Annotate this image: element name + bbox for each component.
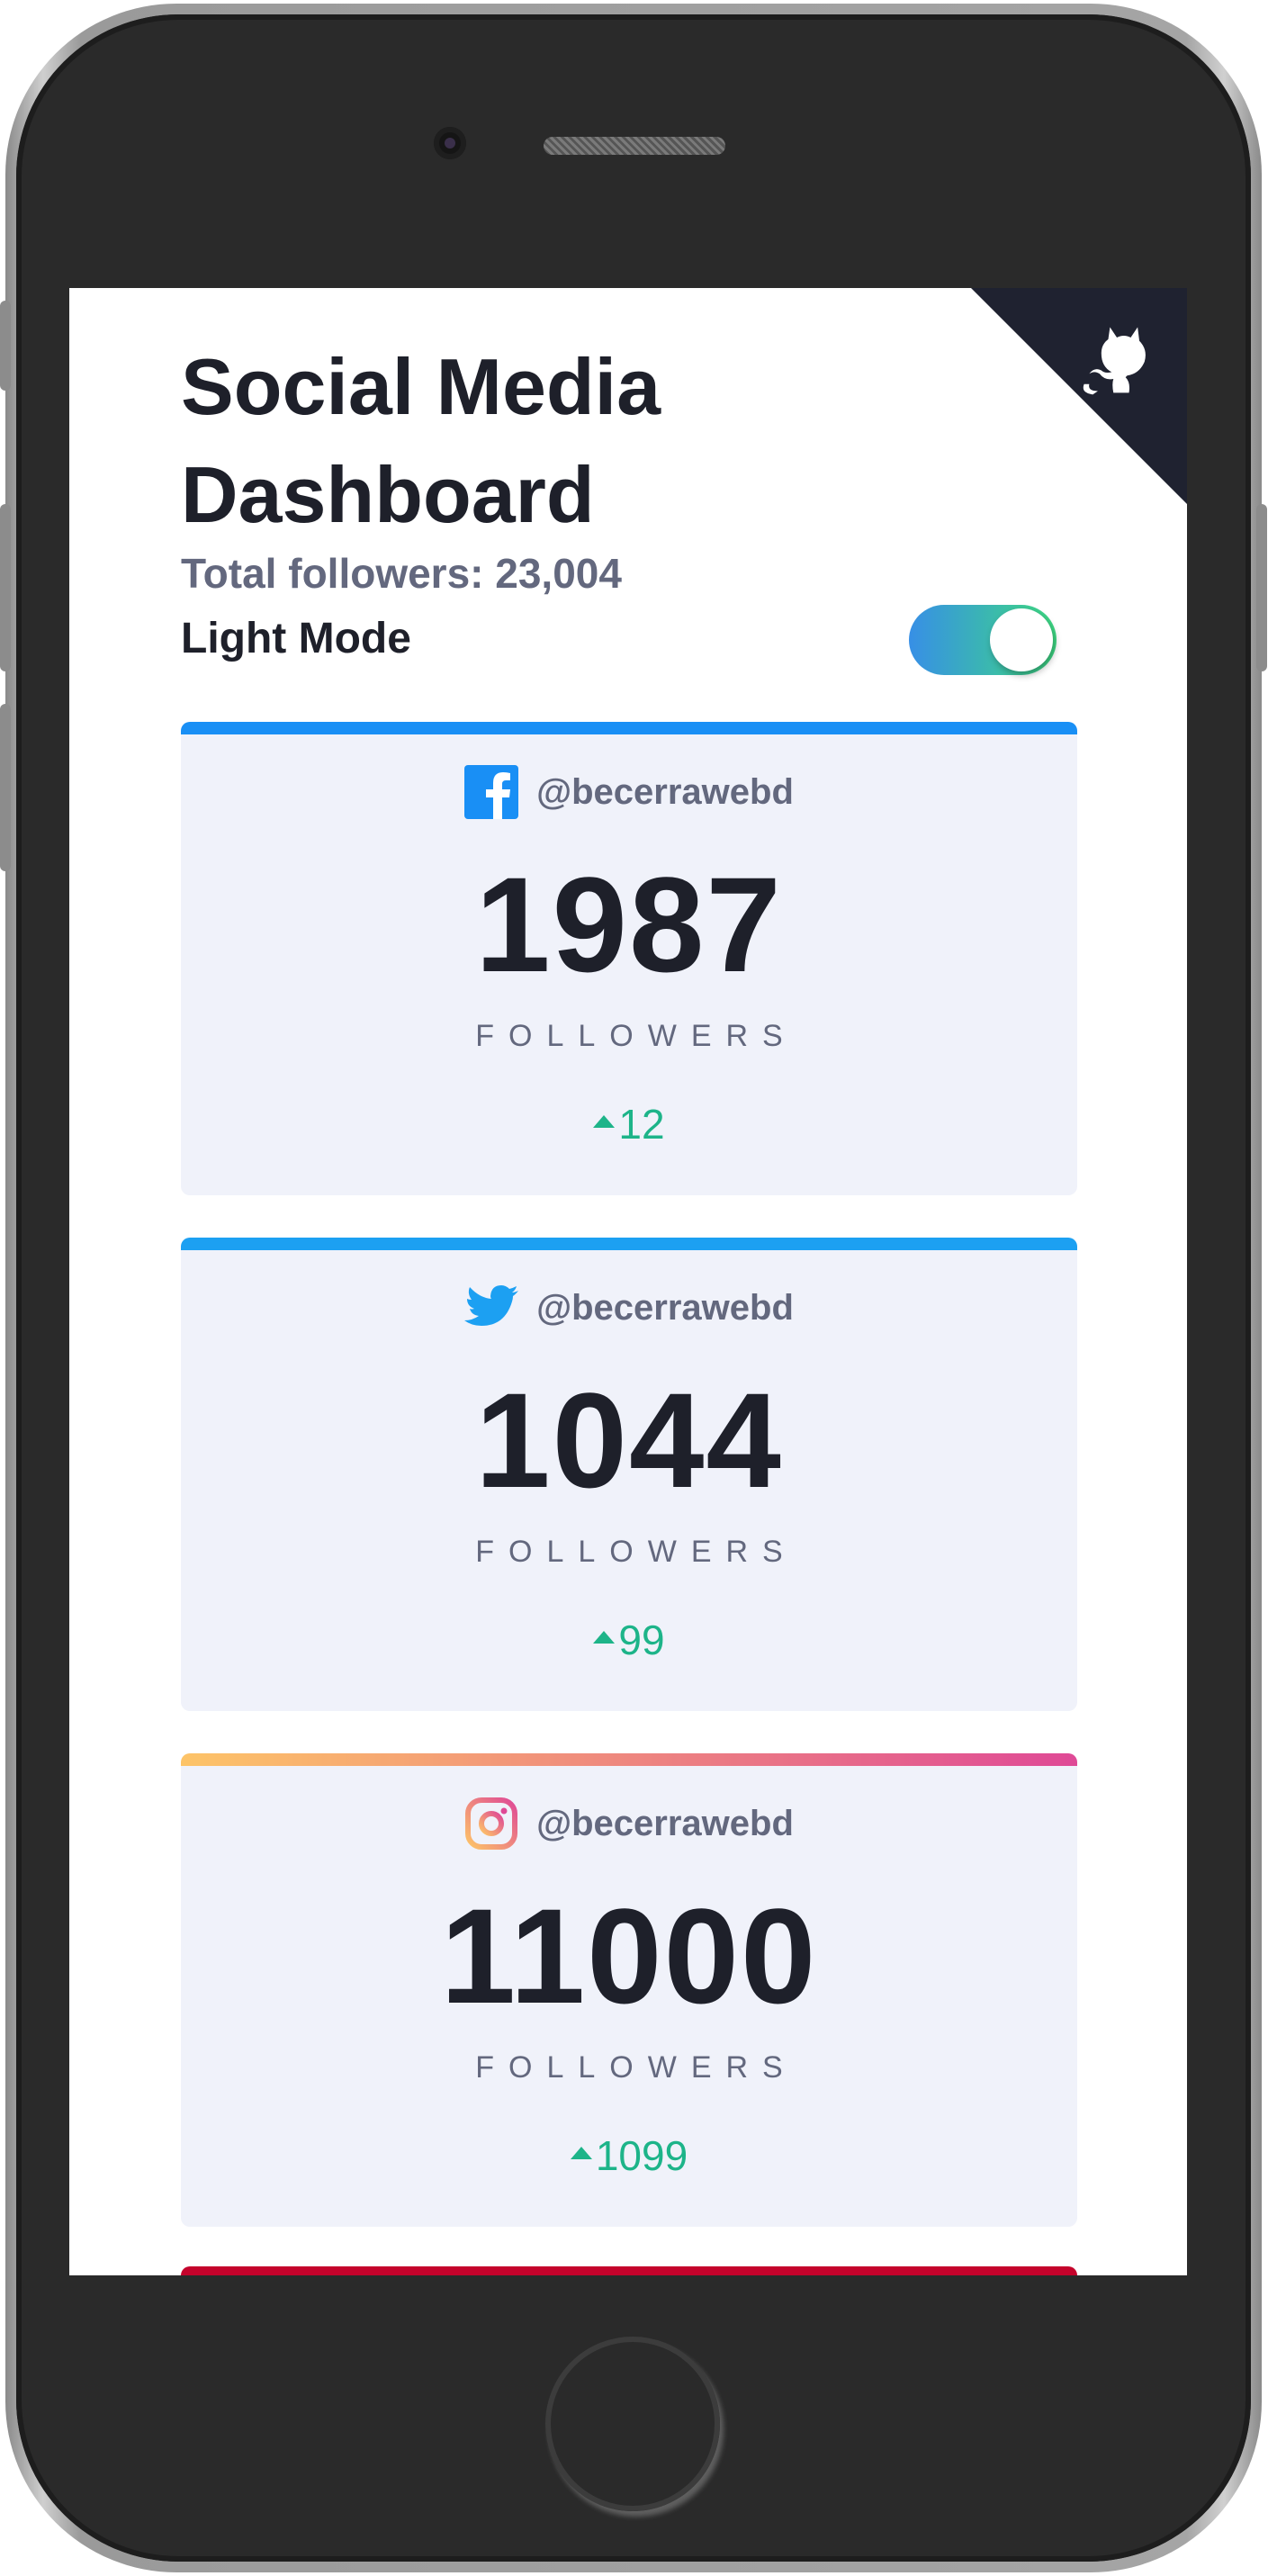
up-arrow-icon <box>593 1115 616 1128</box>
twitter-icon <box>464 1285 519 1326</box>
card-accent-bar <box>181 722 1077 734</box>
power-button <box>1256 504 1267 671</box>
up-arrow-icon <box>593 1631 616 1644</box>
card-handle-row: @becerrawebd <box>181 1797 1077 1851</box>
follower-count: 11000 <box>440 1880 818 2031</box>
volume-down-button <box>0 704 11 871</box>
home-button[interactable] <box>545 2337 720 2511</box>
youtube-card-accent-bar <box>181 2266 1077 2275</box>
mute-switch <box>0 301 11 391</box>
front-camera <box>434 127 466 159</box>
followers-label: FOLLOWERS <box>475 2050 797 2085</box>
delta-value: 1099 <box>595 2132 688 2179</box>
instagram-card[interactable]: @becerrawebd 11000 FOLLOWERS 1099 <box>181 1753 1077 2227</box>
card-handle-row: @becerrawebd <box>181 1281 1077 1335</box>
volume-up-button <box>0 504 11 671</box>
up-arrow-icon <box>570 2147 592 2159</box>
total-followers: Total followers: 23,004 <box>181 550 622 597</box>
follower-delta: 1099 <box>181 2131 1077 2180</box>
github-icon[interactable] <box>1075 315 1162 401</box>
follower-count: 1044 <box>475 1365 783 1516</box>
page-title: Social Media Dashboard <box>181 342 661 539</box>
app-screen: Social Media Dashboard Total followers: … <box>69 288 1187 2275</box>
toggle-knob[interactable] <box>990 608 1053 671</box>
follower-delta: 99 <box>181 1616 1077 1664</box>
twitter-card[interactable]: @becerrawebd 1044 FOLLOWERS 99 <box>181 1238 1077 1711</box>
facebook-icon <box>464 765 519 819</box>
card-handle: @becerrawebd <box>536 771 794 812</box>
facebook-card[interactable]: @becerrawebd 1987 FOLLOWERS 12 <box>181 722 1077 1195</box>
earpiece-speaker <box>544 137 725 155</box>
card-handle: @becerrawebd <box>536 1803 794 1843</box>
instagram-icon <box>465 1797 518 1850</box>
delta-value: 12 <box>618 1101 665 1148</box>
card-accent-bar <box>181 1238 1077 1250</box>
mode-label: Light Mode <box>181 615 411 662</box>
followers-label: FOLLOWERS <box>475 1019 797 1053</box>
follower-count: 1987 <box>475 849 783 1000</box>
card-handle: @becerrawebd <box>536 1287 794 1328</box>
theme-toggle[interactable] <box>909 605 1057 675</box>
card-accent-bar <box>181 1753 1077 1766</box>
delta-value: 99 <box>618 1617 665 1663</box>
followers-label: FOLLOWERS <box>475 1535 797 1569</box>
follower-delta: 12 <box>181 1100 1077 1148</box>
card-handle-row: @becerrawebd <box>181 765 1077 819</box>
